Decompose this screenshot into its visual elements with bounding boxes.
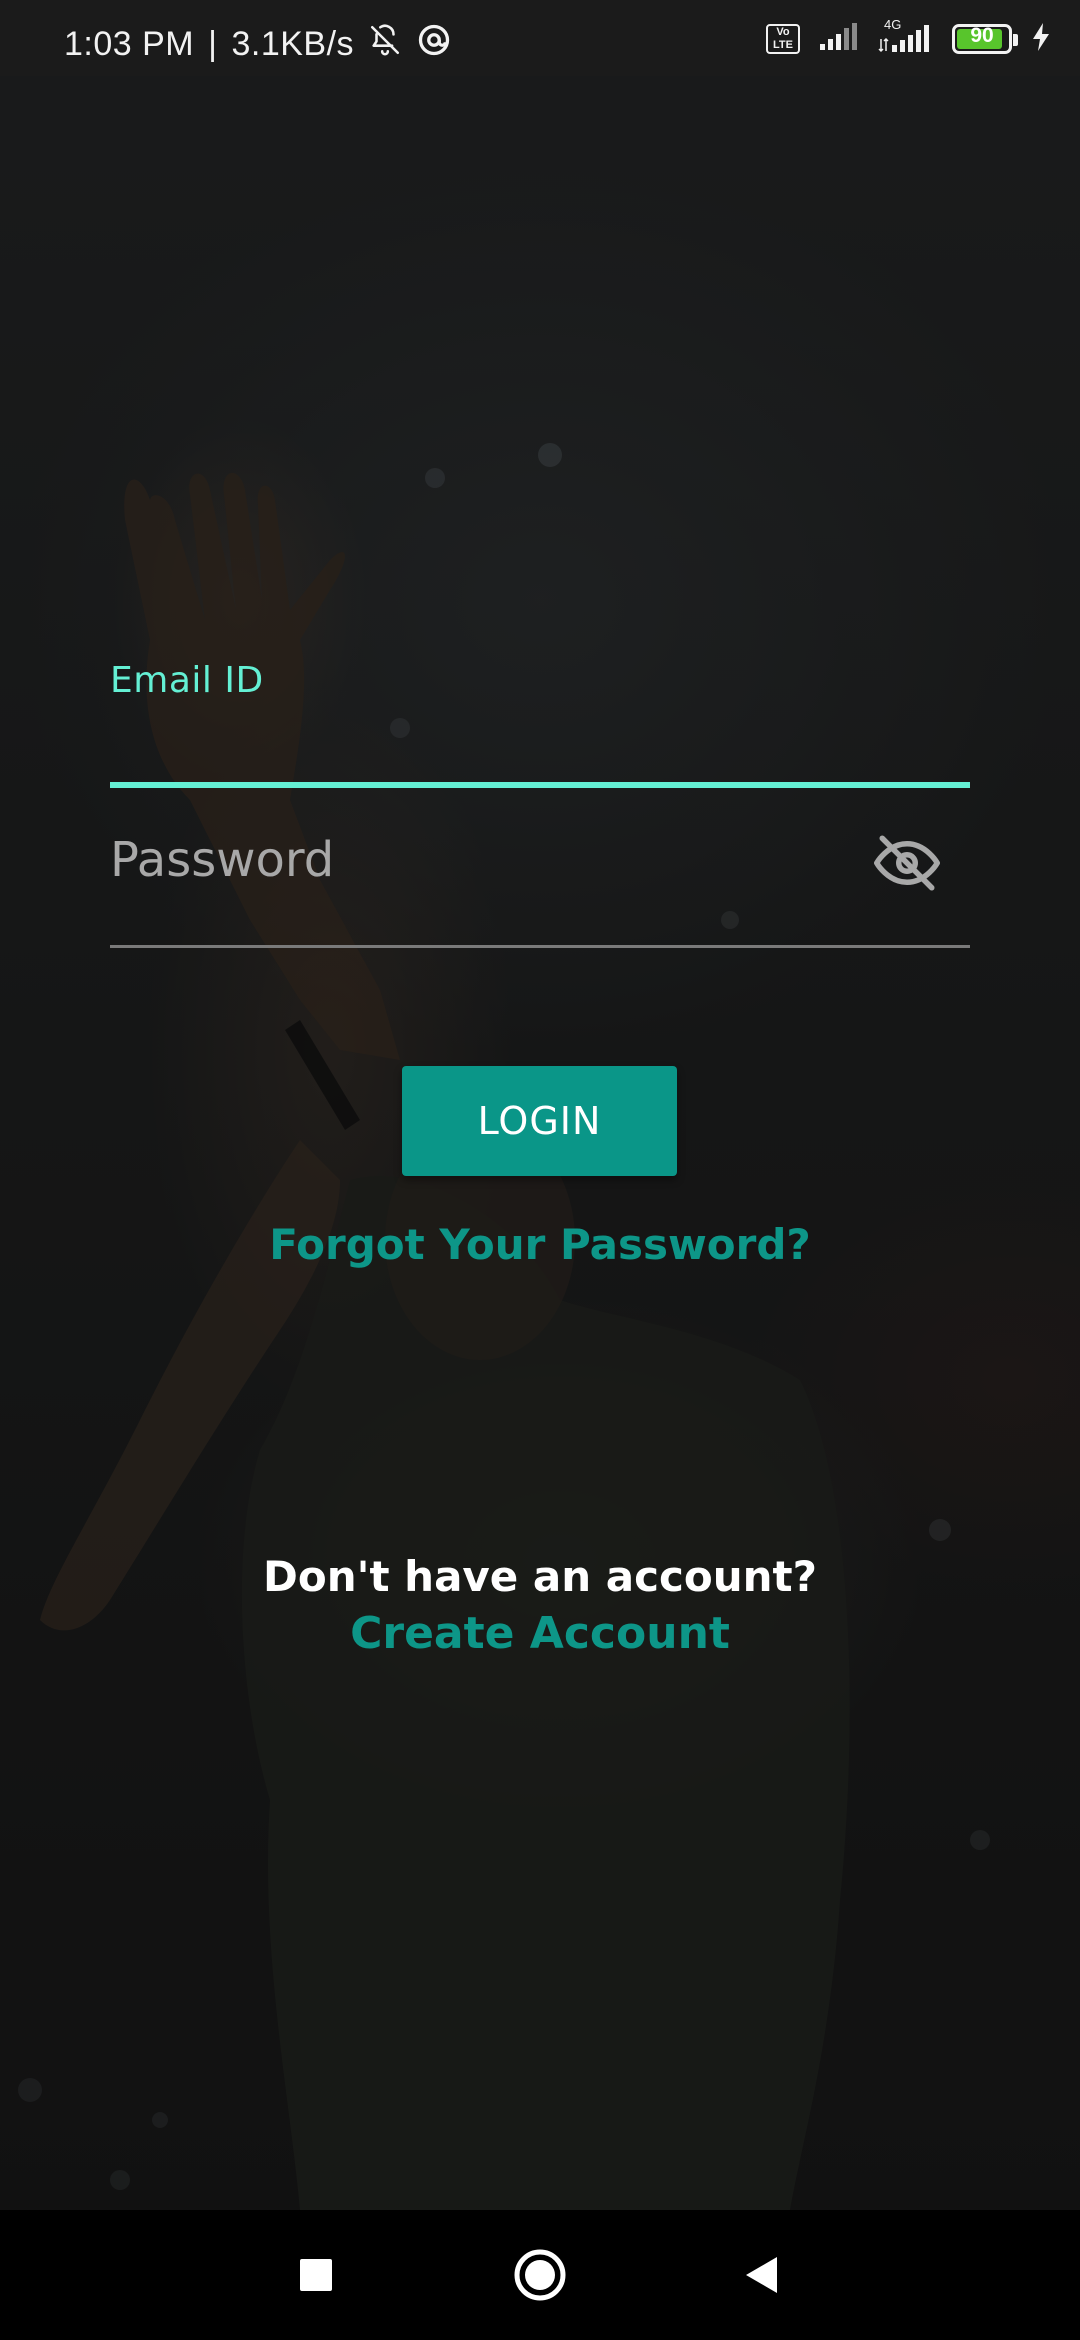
login-button[interactable]: LOGIN	[402, 1066, 677, 1176]
signal-icon	[818, 22, 860, 56]
status-time: 1:03 PM	[64, 25, 195, 63]
home-circle-icon[interactable]	[500, 2235, 580, 2315]
no-account-text: Don't have an account?	[263, 1552, 817, 1601]
email-label: Email ID	[110, 660, 264, 701]
4g-signal-icon: 4G	[878, 17, 934, 55]
navigation-bar	[0, 2210, 1080, 2340]
status-right: Vo LTE 4G 90	[766, 17, 1052, 56]
back-triangle-icon[interactable]	[722, 2235, 802, 2315]
status-separator: |	[208, 25, 218, 63]
email-field[interactable]: Email ID	[110, 640, 970, 788]
battery-tip	[1013, 34, 1018, 46]
battery-icon: 90	[952, 24, 1018, 54]
eye-off-icon[interactable]	[874, 830, 940, 896]
password-field[interactable]: Password	[110, 800, 970, 948]
network-speed: 3.1KB/s	[231, 25, 355, 63]
password-underline	[110, 945, 970, 948]
password-placeholder: Password	[110, 832, 335, 888]
battery-level: 90	[970, 24, 994, 47]
status-bar: 1:03 PM | 3.1KB/s Vo LTE 4G 90	[0, 0, 1080, 76]
volte-icon: Vo LTE	[766, 24, 800, 54]
bell-off-icon	[368, 23, 402, 66]
create-account-link[interactable]: Create Account	[0, 1608, 1080, 1659]
status-left: 1:03 PM | 3.1KB/s	[64, 22, 452, 67]
login-screen: 1:03 PM | 3.1KB/s Vo LTE 4G 90 Email ID …	[0, 0, 1080, 2340]
charging-icon	[1030, 22, 1052, 56]
at-sign-icon	[416, 22, 452, 67]
recents-square-icon[interactable]	[276, 2235, 356, 2315]
email-underline	[110, 782, 970, 788]
forgot-password-link[interactable]: Forgot Your Password?	[0, 1220, 1080, 1269]
